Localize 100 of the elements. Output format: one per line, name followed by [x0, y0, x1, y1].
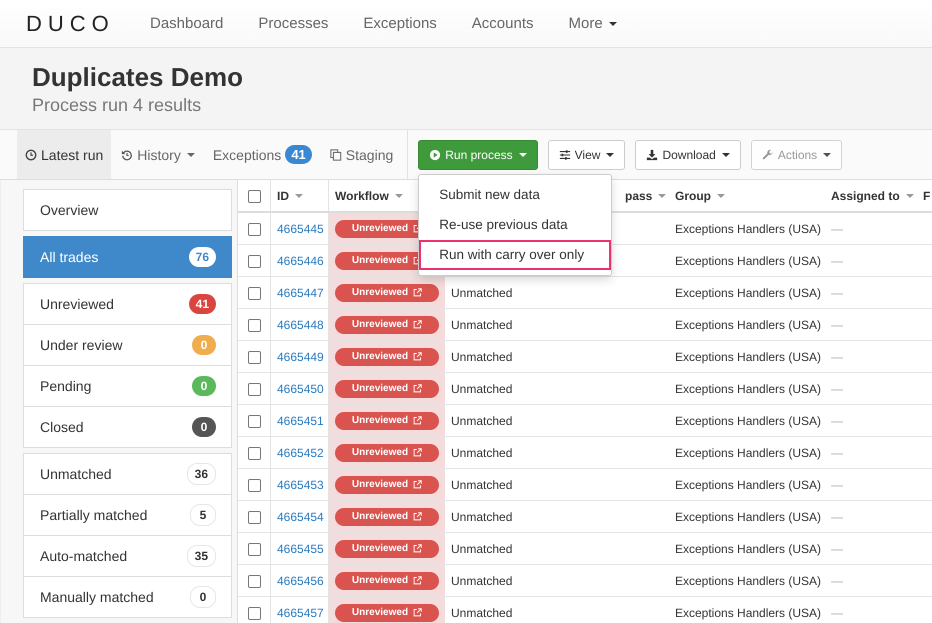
external-link-icon	[413, 384, 422, 393]
id-link[interactable]: 4665453	[277, 478, 324, 492]
logo[interactable]: DUCO	[26, 10, 126, 36]
sliders-icon	[558, 148, 571, 160]
external-link-icon	[413, 320, 422, 329]
column-header[interactable]: Group	[675, 188, 725, 202]
row-checkbox[interactable]	[248, 318, 260, 332]
row-checkbox[interactable]	[248, 510, 260, 524]
wrench-icon	[762, 148, 774, 160]
id-link[interactable]: 4665452	[277, 446, 324, 460]
sidebar-item[interactable]: Partially matched 5	[23, 494, 232, 536]
table-cell: Unmatched	[451, 414, 512, 428]
status-badge[interactable]: Unreviewed	[335, 380, 439, 398]
column-header[interactable]: ID	[277, 188, 303, 202]
select-all-checkbox[interactable]	[248, 190, 260, 203]
table-cell: Unmatched	[451, 478, 512, 492]
table-cell: Exceptions Handlers (USA)	[675, 286, 822, 300]
external-link-icon	[413, 608, 422, 617]
count-badge: 41	[188, 294, 216, 314]
table-cell: Exceptions Handlers (USA)	[675, 606, 822, 620]
toolbar-button[interactable]: Run process	[418, 140, 538, 170]
table-cell: Unmatched	[451, 350, 512, 364]
row-checkbox[interactable]	[248, 574, 260, 588]
nav-link[interactable]: Accounts	[472, 15, 534, 32]
sidebar-item[interactable]: Overview	[23, 189, 232, 231]
id-link[interactable]: 4665456	[277, 574, 324, 588]
tab[interactable]: Staging	[322, 130, 402, 179]
menu-item[interactable]: Run with carry over only	[419, 240, 612, 270]
table-cell: Exceptions Handlers (USA)	[675, 350, 822, 364]
row-checkbox[interactable]	[248, 350, 260, 364]
tab[interactable]: Latest run	[17, 130, 112, 179]
table-cell: Exceptions Handlers (USA)	[675, 318, 822, 332]
count-badge: 5	[190, 504, 216, 526]
count-badge: 36	[186, 463, 216, 485]
status-badge[interactable]: Unreviewed	[335, 284, 439, 302]
status-badge[interactable]: Unreviewed	[335, 412, 439, 430]
row-checkbox[interactable]	[248, 382, 260, 396]
table-cell: Unmatched	[451, 286, 512, 300]
tab[interactable]: Exceptions 41	[204, 130, 320, 179]
table-cell: —	[831, 542, 843, 556]
toolbar-button[interactable]: Download	[635, 140, 741, 170]
count-badge: 76	[188, 247, 216, 267]
column-header[interactable]: Workflow	[335, 188, 403, 202]
row-checkbox[interactable]	[248, 606, 260, 620]
table-cell: Unmatched	[451, 446, 512, 460]
row-checkbox[interactable]	[248, 222, 260, 236]
column-header[interactable]: F	[923, 188, 930, 202]
status-badge[interactable]: Unreviewed	[335, 572, 439, 590]
nav-link[interactable]: Processes	[258, 15, 328, 32]
table-cell: Unmatched	[451, 510, 512, 524]
column-header[interactable]: pass	[625, 188, 666, 202]
row-checkbox[interactable]	[248, 254, 260, 268]
sidebar-item[interactable]: Under review 0	[23, 324, 232, 366]
id-link[interactable]: 4665455	[277, 542, 324, 556]
table-cell: —	[831, 606, 843, 620]
id-link[interactable]: 4665454	[277, 510, 324, 524]
sidebar-item[interactable]: Manually matched 0	[23, 576, 232, 618]
sidebar-item[interactable]: Closed 0	[23, 406, 232, 448]
nav-link[interactable]: More	[568, 15, 617, 32]
sidebar-item[interactable]: Auto-matched 35	[23, 535, 232, 577]
id-link[interactable]: 4665447	[277, 286, 324, 300]
menu-item[interactable]: Submit new data	[419, 180, 612, 210]
tab[interactable]: History	[113, 130, 203, 179]
status-badge[interactable]: Unreviewed	[335, 508, 439, 526]
id-link[interactable]: 4665446	[277, 254, 324, 268]
id-link[interactable]: 4665449	[277, 350, 324, 364]
page-subtitle: Process run 4 results	[32, 95, 202, 116]
count-badge: 0	[190, 586, 216, 608]
row-checkbox[interactable]	[248, 414, 260, 428]
external-link-icon	[413, 512, 422, 521]
status-badge[interactable]: Unreviewed	[335, 540, 439, 558]
sidebar-item[interactable]: Unreviewed 41	[23, 283, 232, 325]
table-cell: —	[831, 286, 843, 300]
count-badge: 0	[192, 335, 216, 355]
table-cell: —	[831, 478, 843, 492]
toolbar-button[interactable]: View	[548, 140, 626, 170]
id-link[interactable]: 4665457	[277, 606, 324, 620]
table-cell: Unmatched	[451, 318, 512, 332]
row-checkbox[interactable]	[248, 446, 260, 460]
status-badge[interactable]: Unreviewed	[335, 604, 439, 622]
status-badge[interactable]: Unreviewed	[335, 476, 439, 494]
row-checkbox[interactable]	[248, 286, 260, 300]
external-link-icon	[413, 416, 422, 425]
column-header[interactable]: Assigned to	[831, 188, 914, 202]
table-cell: Unmatched	[451, 574, 512, 588]
sidebar-item[interactable]: All trades 76	[23, 236, 232, 278]
id-link[interactable]: 4665450	[277, 382, 324, 396]
nav-link[interactable]: Dashboard	[150, 15, 224, 32]
sidebar-item[interactable]: Pending 0	[23, 365, 232, 407]
status-badge[interactable]: Unreviewed	[335, 444, 439, 462]
status-badge[interactable]: Unreviewed	[335, 348, 439, 366]
id-link[interactable]: 4665445	[277, 222, 324, 236]
sidebar-item[interactable]: Unmatched 36	[23, 453, 232, 495]
id-link[interactable]: 4665451	[277, 414, 324, 428]
table-cell: Exceptions Handlers (USA)	[675, 382, 822, 396]
nav-link[interactable]: Exceptions	[363, 15, 437, 32]
row-checkbox[interactable]	[248, 478, 260, 492]
status-badge[interactable]: Unreviewed	[335, 316, 439, 334]
row-checkbox[interactable]	[248, 542, 260, 556]
id-link[interactable]: 4665448	[277, 318, 324, 332]
